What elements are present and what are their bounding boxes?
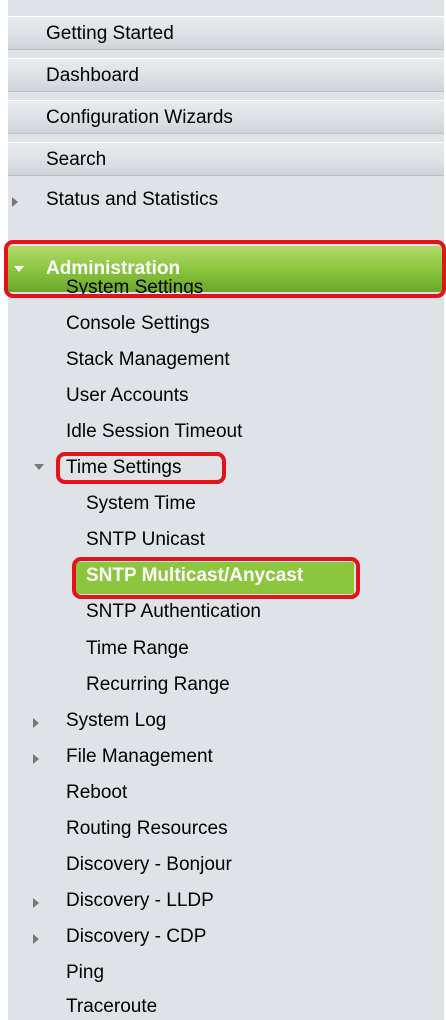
nav-file-management[interactable]: File Management [8,745,444,769]
expand-arrow-icon [33,934,39,944]
nav-user-accounts[interactable]: User Accounts [8,384,444,408]
nav-discovery-bonjour[interactable]: Discovery - Bonjour [8,853,444,877]
nav-file-management-label: File Management [66,746,213,767]
nav-getting-started[interactable]: Getting Started [8,16,444,50]
nav-discovery-lldp[interactable]: Discovery - LLDP [8,889,444,913]
nav-dashboard[interactable]: Dashboard [8,58,444,92]
nav-dashboard-label: Dashboard [46,65,139,86]
administration-highlight-box [4,240,446,298]
nav-ping[interactable]: Ping [8,961,444,985]
sntp-multicast-highlight-box [72,557,360,599]
nav-reboot-label: Reboot [66,782,128,803]
nav-configuration-wizards-label: Configuration Wizards [46,107,233,128]
nav-user-accounts-label: User Accounts [66,385,189,406]
nav-discovery-bonjour-label: Discovery - Bonjour [66,854,232,875]
nav-discovery-cdp[interactable]: Discovery - CDP [8,925,444,949]
nav-console-settings[interactable]: Console Settings [8,312,444,336]
nav-recurring-range[interactable]: Recurring Range [8,673,444,697]
nav-traceroute[interactable]: Traceroute [8,995,444,1019]
nav-status-and-statistics[interactable]: Status and Statistics [8,188,444,212]
nav-idle-session-timeout-label: Idle Session Timeout [66,421,243,442]
collapse-arrow-icon [34,464,44,470]
nav-system-time[interactable]: System Time [8,492,444,516]
nav-traceroute-label: Traceroute [66,996,158,1017]
nav-configuration-wizards[interactable]: Configuration Wizards [8,100,444,134]
nav-routing-resources-label: Routing Resources [66,818,228,839]
nav-stack-management[interactable]: Stack Management [8,348,444,372]
nav-getting-started-label: Getting Started [46,23,174,44]
nav-sntp-unicast[interactable]: SNTP Unicast [8,528,444,552]
nav-discovery-cdp-label: Discovery - CDP [66,926,207,947]
nav-sntp-unicast-label: SNTP Unicast [86,529,205,550]
nav-recurring-range-label: Recurring Range [86,674,230,695]
nav-ping-label: Ping [66,962,105,983]
expand-arrow-icon [12,197,18,207]
nav-console-settings-label: Console Settings [66,313,210,334]
nav-sntp-authentication-label: SNTP Authentication [86,601,261,622]
nav-system-log-label: System Log [66,710,167,731]
nav-search-label: Search [46,149,107,170]
expand-arrow-icon [33,898,39,908]
nav-routing-resources[interactable]: Routing Resources [8,817,444,841]
nav-discovery-lldp-label: Discovery - LLDP [66,890,214,911]
time-settings-highlight-box [56,452,226,484]
expand-arrow-icon [33,718,39,728]
expand-arrow-icon [33,754,39,764]
nav-time-range-label: Time Range [86,638,189,659]
nav-search[interactable]: Search [8,142,444,176]
nav-system-log[interactable]: System Log [8,709,444,733]
nav-stack-management-label: Stack Management [66,349,230,370]
navigation-menu: Getting Started Dashboard Configuration … [8,0,444,1020]
nav-status-and-statistics-label: Status and Statistics [46,189,219,210]
nav-sntp-authentication[interactable]: SNTP Authentication [8,600,444,624]
nav-system-time-label: System Time [86,493,196,514]
nav-time-range[interactable]: Time Range [8,637,444,661]
nav-idle-session-timeout[interactable]: Idle Session Timeout [8,420,444,444]
nav-reboot[interactable]: Reboot [8,781,444,805]
